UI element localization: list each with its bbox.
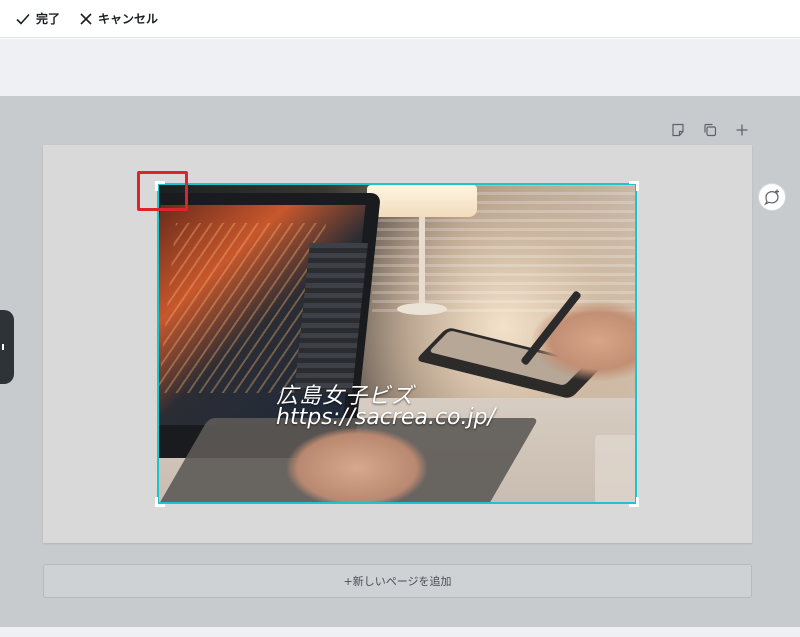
add-comment-button[interactable] [758,183,786,211]
crop-frame[interactable] [157,183,637,504]
cancel-label: キャンセル [98,12,159,26]
crop-handle-bottom-right[interactable] [629,497,639,507]
done-button[interactable]: 完了 [16,0,60,38]
plus-icon[interactable] [732,121,752,139]
crop-handle-top-right[interactable] [629,181,639,191]
top-toolbar: 完了 キャンセル [0,0,800,38]
add-page-button[interactable]: +新しいページを追加 [43,564,752,598]
add-comment-icon [763,189,779,206]
crop-handle-bottom-left[interactable] [155,497,165,507]
close-icon [80,12,92,25]
page-tools [668,121,752,139]
workspace-footer [0,627,800,637]
note-icon[interactable] [668,121,688,139]
done-label: 完了 [36,12,61,26]
check-icon [16,13,30,25]
duplicate-icon[interactable] [700,121,720,139]
cancel-button[interactable]: キャンセル [80,0,158,38]
side-panel-toggle[interactable] [0,310,14,384]
annotation-highlight-box [137,171,188,211]
secondary-toolbar [0,39,800,96]
